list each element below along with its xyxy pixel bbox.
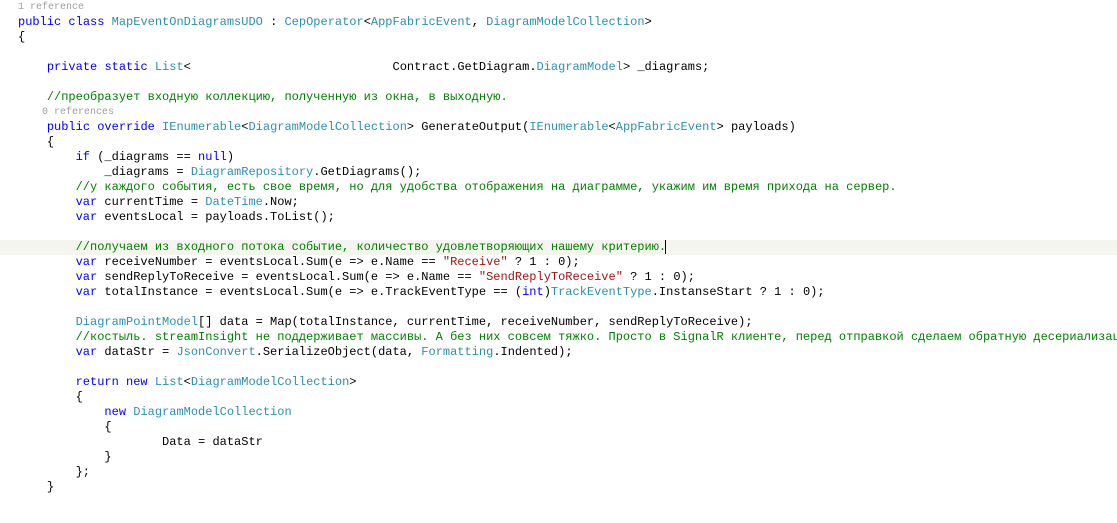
type-name: AppFabricEvent xyxy=(371,15,472,29)
code-line[interactable] xyxy=(0,225,1117,240)
code-line[interactable]: //преобразует входную коллекцию, получен… xyxy=(0,90,1117,105)
codelens-references[interactable]: 1 reference xyxy=(0,0,1117,15)
code-line-current[interactable]: //получаем из входного потока событие, к… xyxy=(0,240,1117,255)
type-name: DiagramRepository xyxy=(191,165,313,179)
keyword: var xyxy=(76,255,98,269)
text-cursor xyxy=(665,240,666,254)
code-line[interactable] xyxy=(0,300,1117,315)
code-editor[interactable]: 1 reference public class MapEventOnDiagr… xyxy=(0,0,1117,523)
type-name: AppFabricEvent xyxy=(616,120,717,134)
type-name: DiagramPointModel xyxy=(76,315,198,329)
type-name: List xyxy=(155,375,184,389)
code-line[interactable]: var receiveNumber = eventsLocal.Sum(e =>… xyxy=(0,255,1117,270)
code-line[interactable]: //у каждого события, есть свое время, но… xyxy=(0,180,1117,195)
comment: //костыль. streamInsight не поддерживает… xyxy=(76,330,1117,344)
keyword: new xyxy=(126,375,148,389)
code-line[interactable] xyxy=(0,360,1117,375)
code-line[interactable]: //костыль. streamInsight не поддерживает… xyxy=(0,330,1117,345)
type-name: IEnumerable xyxy=(529,120,608,134)
keyword: var xyxy=(76,285,98,299)
code-line[interactable]: { xyxy=(0,420,1117,435)
comment: //получаем из входного потока событие, к… xyxy=(76,240,667,254)
type-name: TrackEventType xyxy=(551,285,652,299)
code-line[interactable]: var eventsLocal = payloads.ToList(); xyxy=(0,210,1117,225)
code-line[interactable]: var sendReplyToReceive = eventsLocal.Sum… xyxy=(0,270,1117,285)
keyword: public xyxy=(47,120,90,134)
keyword: null xyxy=(198,150,227,164)
code-line[interactable] xyxy=(0,45,1117,60)
type-name: DiagramModelCollection xyxy=(248,120,406,134)
keyword: var xyxy=(76,270,98,284)
type-name: IEnumerable xyxy=(162,120,241,134)
keyword: class xyxy=(68,15,104,29)
code-line[interactable]: var currentTime = DateTime.Now; xyxy=(0,195,1117,210)
code-line[interactable]: _diagrams = DiagramRepository.GetDiagram… xyxy=(0,165,1117,180)
keyword: private xyxy=(47,60,97,74)
code-line[interactable]: private static List< Contract.GetDiagram… xyxy=(0,60,1117,75)
string-literal: "Receive" xyxy=(443,255,508,269)
code-line[interactable]: if (_diagrams == null) xyxy=(0,150,1117,165)
type-name: List xyxy=(155,60,184,74)
type-name: CepOperator xyxy=(284,15,363,29)
code-line[interactable]: var dataStr = JsonConvert.SerializeObjec… xyxy=(0,345,1117,360)
type-name: DiagramModelCollection xyxy=(191,375,349,389)
code-line[interactable]: var totalInstance = eventsLocal.Sum(e =>… xyxy=(0,285,1117,300)
code-line[interactable] xyxy=(0,75,1117,90)
code-line[interactable]: }; xyxy=(0,465,1117,480)
keyword: override xyxy=(97,120,155,134)
code-line[interactable]: } xyxy=(0,480,1117,495)
code-line[interactable]: } xyxy=(0,450,1117,465)
keyword: if xyxy=(76,150,90,164)
code-line[interactable]: public class MapEventOnDiagramsUDO : Cep… xyxy=(0,15,1117,30)
keyword: new xyxy=(104,405,126,419)
code-line[interactable]: public override IEnumerable<DiagramModel… xyxy=(0,120,1117,135)
code-line[interactable]: return new List<DiagramModelCollection> xyxy=(0,375,1117,390)
type-name: DateTime xyxy=(205,195,263,209)
keyword: var xyxy=(76,210,98,224)
comment: //у каждого события, есть свое время, но… xyxy=(76,180,897,194)
code-line[interactable]: new DiagramModelCollection xyxy=(0,405,1117,420)
type-name: DiagramModel xyxy=(537,60,623,74)
code-line[interactable]: { xyxy=(0,390,1117,405)
code-line[interactable]: DiagramPointModel[] data = Map(totalInst… xyxy=(0,315,1117,330)
string-literal: "SendReplyToReceive" xyxy=(479,270,623,284)
keyword: static xyxy=(104,60,147,74)
keyword: var xyxy=(76,195,98,209)
type-name: Formatting xyxy=(421,345,493,359)
type-name: JsonConvert xyxy=(176,345,255,359)
keyword: int xyxy=(522,285,544,299)
code-line[interactable]: { xyxy=(0,135,1117,150)
keyword: public xyxy=(18,15,61,29)
keyword: var xyxy=(76,345,98,359)
comment: //преобразует входную коллекцию, получен… xyxy=(47,90,508,104)
code-line[interactable]: { xyxy=(0,30,1117,45)
type-name: MapEventOnDiagramsUDO xyxy=(112,15,263,29)
code-line[interactable]: Data = dataStr xyxy=(0,435,1117,450)
codelens-references[interactable]: 0 references xyxy=(0,105,1117,120)
type-name: DiagramModelCollection xyxy=(486,15,644,29)
keyword: return xyxy=(76,375,119,389)
type-name: DiagramModelCollection xyxy=(133,405,291,419)
